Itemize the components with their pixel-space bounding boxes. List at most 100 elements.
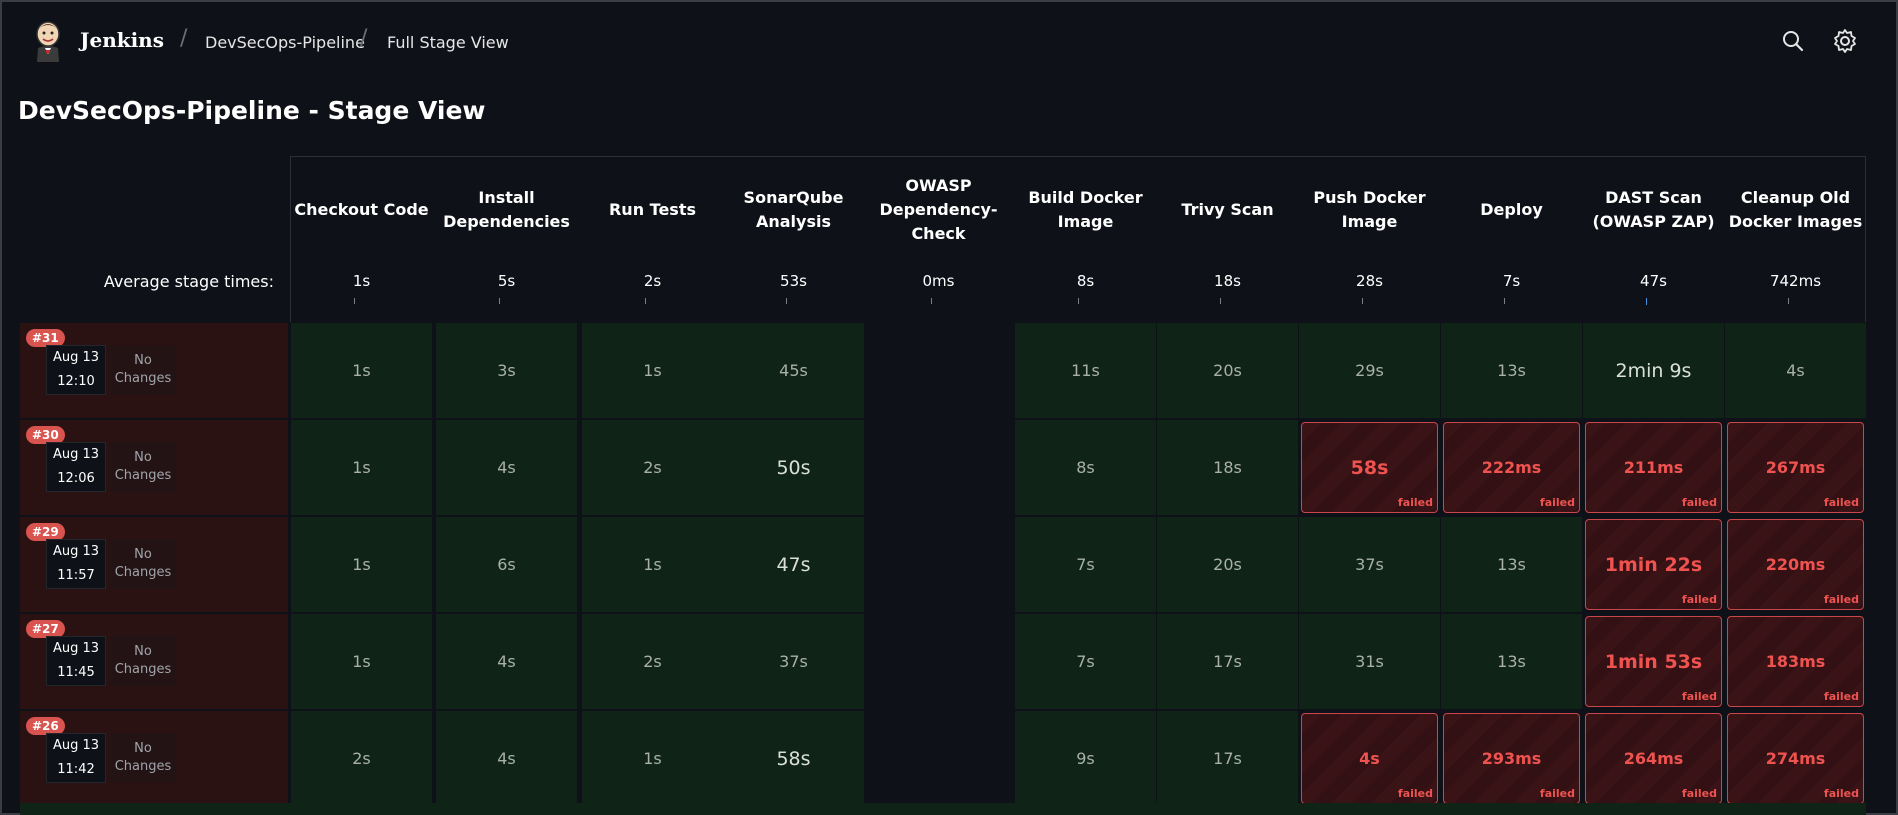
stage-cell-success[interactable]: 17s <box>1157 614 1298 709</box>
breadcrumb-current[interactable]: Full Stage View <box>387 33 509 52</box>
stage-cell-failed[interactable]: 293ms failed <box>1443 713 1580 804</box>
stage-duration: 4s <box>497 458 516 477</box>
gear-icon[interactable] <box>1832 28 1858 54</box>
stage-cell-success[interactable]: 9s <box>1015 711 1156 806</box>
stage-cell-success[interactable]: 58s <box>723 711 864 806</box>
stage-duration: 183ms <box>1765 652 1826 671</box>
stage-duration: 3s <box>497 361 516 380</box>
stage-cell-success[interactable]: 29s <box>1299 323 1440 418</box>
stage-cell-success[interactable]: 13s <box>1441 614 1582 709</box>
stage-cell-success[interactable]: 4s <box>436 614 577 709</box>
build-date-time: 12:10 <box>57 374 95 389</box>
stage-cell-success[interactable]: 1s <box>291 614 432 709</box>
stage-duration: 1s <box>352 652 371 671</box>
build-row-header[interactable]: #26 Aug 13 11:42 No Changes <box>20 711 288 806</box>
stage-cell-success[interactable]: 37s <box>723 614 864 709</box>
stage-cell-success[interactable]: 2min 9s <box>1583 323 1724 418</box>
stage-cell-success[interactable]: 17s <box>1157 711 1298 806</box>
stage-cell-success[interactable]: 50s <box>723 420 864 515</box>
stage-cell-success[interactable]: 20s <box>1157 323 1298 418</box>
stage-cell-failed[interactable]: 58s failed <box>1301 422 1438 513</box>
failed-label: failed <box>1539 496 1575 509</box>
brand-name[interactable]: Jenkins <box>80 28 164 52</box>
search-icon[interactable] <box>1780 28 1806 54</box>
stage-cell-success[interactable]: 7s <box>1015 517 1156 612</box>
stage-cell-success[interactable]: 18s <box>1157 420 1298 515</box>
build-changes[interactable]: No Changes <box>110 442 176 492</box>
build-row-header[interactable]: #27 Aug 13 11:45 No Changes <box>20 614 288 709</box>
build-changes[interactable]: No Changes <box>110 733 176 783</box>
stage-cell-failed[interactable]: 211ms failed <box>1585 422 1722 513</box>
average-time-tick <box>353 298 355 304</box>
stage-name: Install Dependencies <box>443 188 570 231</box>
breadcrumb-pipeline[interactable]: DevSecOps-Pipeline <box>205 33 365 52</box>
stage-cell-success[interactable]: 6s <box>436 517 577 612</box>
stage-cell-failed[interactable]: 4s failed <box>1301 713 1438 804</box>
build-date-time: 12:06 <box>57 471 95 486</box>
stage-cell-failed[interactable]: 220ms failed <box>1727 519 1864 610</box>
stage-cell-success[interactable]: 7s <box>1015 614 1156 709</box>
stage-duration: 222ms <box>1481 458 1542 477</box>
build-date: Aug 13 11:45 <box>46 636 106 686</box>
stage-cell-success[interactable]: 31s <box>1299 614 1440 709</box>
stage-duration: 17s <box>1213 749 1242 768</box>
stage-cell-success[interactable]: 20s <box>1157 517 1298 612</box>
stage-cell-failed[interactable]: 1min 53s failed <box>1585 616 1722 707</box>
stage-cell-success[interactable]: 2s <box>582 614 723 709</box>
stage-cell-success[interactable]: 4s <box>436 711 577 806</box>
stage-cell-success[interactable]: 1s <box>582 711 723 806</box>
stage-average-time: 1s <box>352 272 371 290</box>
stage-cell-success[interactable]: 3s <box>436 323 577 418</box>
stage-cell-success[interactable]: 1s <box>291 323 432 418</box>
stage-cell-failed[interactable]: 264ms failed <box>1585 713 1722 804</box>
average-time-tick <box>498 298 500 304</box>
stage-duration: 37s <box>779 652 808 671</box>
stage-average-time: 5s <box>497 272 516 290</box>
stage-duration: 1min 53s <box>1604 650 1703 673</box>
stage-duration: 18s <box>1213 458 1242 477</box>
average-time-tick <box>930 298 932 304</box>
average-time-tick <box>1645 298 1647 305</box>
stage-duration: 7s <box>1076 555 1095 574</box>
stage-duration: 2s <box>643 458 662 477</box>
stage-duration: 45s <box>779 361 808 380</box>
stage-cell-success[interactable]: 47s <box>723 517 864 612</box>
stage-name: Build Docker Image <box>1028 188 1143 231</box>
build-changes[interactable]: No Changes <box>110 539 176 589</box>
stage-cell-success[interactable]: 13s <box>1441 517 1582 612</box>
average-stage-times-label: Average stage times: <box>103 272 274 291</box>
jenkins-logo-icon[interactable] <box>32 20 64 62</box>
stage-cell-success[interactable]: 8s <box>1015 420 1156 515</box>
stage-duration: 20s <box>1213 555 1242 574</box>
stage-cell-success[interactable]: 13s <box>1441 323 1582 418</box>
build-row-header[interactable]: #30 Aug 13 12:06 No Changes <box>20 420 288 515</box>
stage-cell-success[interactable]: 1s <box>291 517 432 612</box>
stage-cell-success[interactable]: 1s <box>291 420 432 515</box>
stage-name: Checkout Code <box>294 200 429 219</box>
build-changes[interactable]: No Changes <box>110 636 176 686</box>
stage-cell-success[interactable]: 1s <box>582 517 723 612</box>
stage-cell-success[interactable]: 2s <box>291 711 432 806</box>
stage-cell-success[interactable]: 11s <box>1015 323 1156 418</box>
stage-duration: 6s <box>497 555 516 574</box>
stage-cell-failed[interactable]: 267ms failed <box>1727 422 1864 513</box>
stage-average-time: 2s <box>643 272 662 290</box>
build-row-header[interactable]: #29 Aug 13 11:57 No Changes <box>20 517 288 612</box>
stage-cell-success[interactable]: 2s <box>582 420 723 515</box>
stage-cell-failed[interactable]: 1min 22s failed <box>1585 519 1722 610</box>
stage-cell-success[interactable]: 4s <box>1725 323 1866 418</box>
stage-duration: 37s <box>1355 555 1384 574</box>
stage-cell-failed[interactable]: 222ms failed <box>1443 422 1580 513</box>
failed-label: failed <box>1823 593 1859 606</box>
stage-cell-failed[interactable]: 274ms failed <box>1727 713 1864 804</box>
stage-cell-success[interactable]: 37s <box>1299 517 1440 612</box>
build-changes[interactable]: No Changes <box>110 345 176 395</box>
build-row-header[interactable]: #31 Aug 13 12:10 No Changes <box>20 323 288 418</box>
breadcrumb-separator: / <box>360 26 368 51</box>
stage-cell-failed[interactable]: 183ms failed <box>1727 616 1864 707</box>
stage-cell-success[interactable]: 4s <box>436 420 577 515</box>
stage-duration: 20s <box>1213 361 1242 380</box>
stage-cell-success[interactable]: 1s <box>582 323 723 418</box>
stage-cell-success[interactable]: 45s <box>723 323 864 418</box>
stage-duration: 220ms <box>1765 555 1826 574</box>
